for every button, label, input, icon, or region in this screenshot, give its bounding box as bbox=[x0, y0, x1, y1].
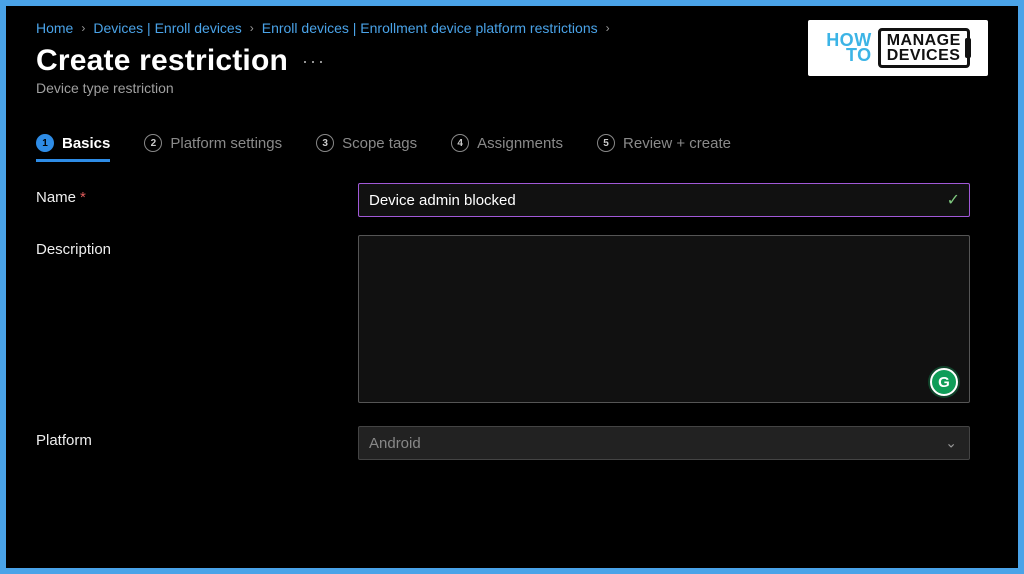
breadcrumb-restrictions[interactable]: Enroll devices | Enrollment device platf… bbox=[262, 20, 598, 36]
name-label: Name* bbox=[36, 183, 358, 206]
logo-line2: DEVICES bbox=[887, 48, 961, 63]
tab-scope-tags[interactable]: 3 Scope tags bbox=[316, 134, 417, 162]
more-button[interactable]: ··· bbox=[302, 51, 326, 72]
description-input[interactable] bbox=[358, 235, 970, 403]
tab-label: Scope tags bbox=[342, 135, 417, 152]
step-number-icon: 2 bbox=[144, 134, 162, 152]
step-number-icon: 3 bbox=[316, 134, 334, 152]
step-number-icon: 4 bbox=[451, 134, 469, 152]
main-panel: Home › Devices | Enroll devices › Enroll… bbox=[6, 6, 1018, 568]
tab-platform-settings[interactable]: 2 Platform settings bbox=[144, 134, 282, 162]
page-subtitle: Device type restriction bbox=[36, 80, 988, 96]
platform-select[interactable]: Android ⌄ bbox=[358, 426, 970, 460]
page-title: Create restriction bbox=[36, 44, 288, 78]
grammarly-icon[interactable]: G bbox=[930, 368, 958, 396]
logo-line1: MANAGE bbox=[887, 33, 961, 48]
chevron-right-icon: › bbox=[250, 21, 254, 35]
chevron-right-icon: › bbox=[81, 21, 85, 35]
required-indicator: * bbox=[80, 189, 86, 206]
step-number-icon: 5 bbox=[597, 134, 615, 152]
wizard-tabs: 1 Basics 2 Platform settings 3 Scope tag… bbox=[36, 134, 988, 163]
breadcrumb-devices[interactable]: Devices | Enroll devices bbox=[93, 20, 241, 36]
tab-label: Platform settings bbox=[170, 135, 282, 152]
tab-review-create[interactable]: 5 Review + create bbox=[597, 134, 731, 162]
brand-logo: HOW TO MANAGE DEVICES bbox=[808, 20, 988, 76]
description-label: Description bbox=[36, 235, 358, 258]
tab-basics[interactable]: 1 Basics bbox=[36, 134, 110, 162]
form: Name* ✓ Description G Platform Android ⌄ bbox=[36, 183, 988, 460]
tab-label: Basics bbox=[62, 135, 110, 152]
tab-assignments[interactable]: 4 Assignments bbox=[451, 134, 563, 162]
platform-label: Platform bbox=[36, 426, 358, 449]
tab-label: Review + create bbox=[623, 135, 731, 152]
tab-label: Assignments bbox=[477, 135, 563, 152]
name-input[interactable] bbox=[358, 183, 970, 217]
step-number-icon: 1 bbox=[36, 134, 54, 152]
breadcrumb-home[interactable]: Home bbox=[36, 20, 73, 36]
chevron-right-icon: › bbox=[606, 21, 610, 35]
chevron-down-icon: ⌄ bbox=[945, 435, 957, 452]
logo-to: TO bbox=[826, 48, 872, 63]
platform-value: Android bbox=[369, 435, 421, 452]
